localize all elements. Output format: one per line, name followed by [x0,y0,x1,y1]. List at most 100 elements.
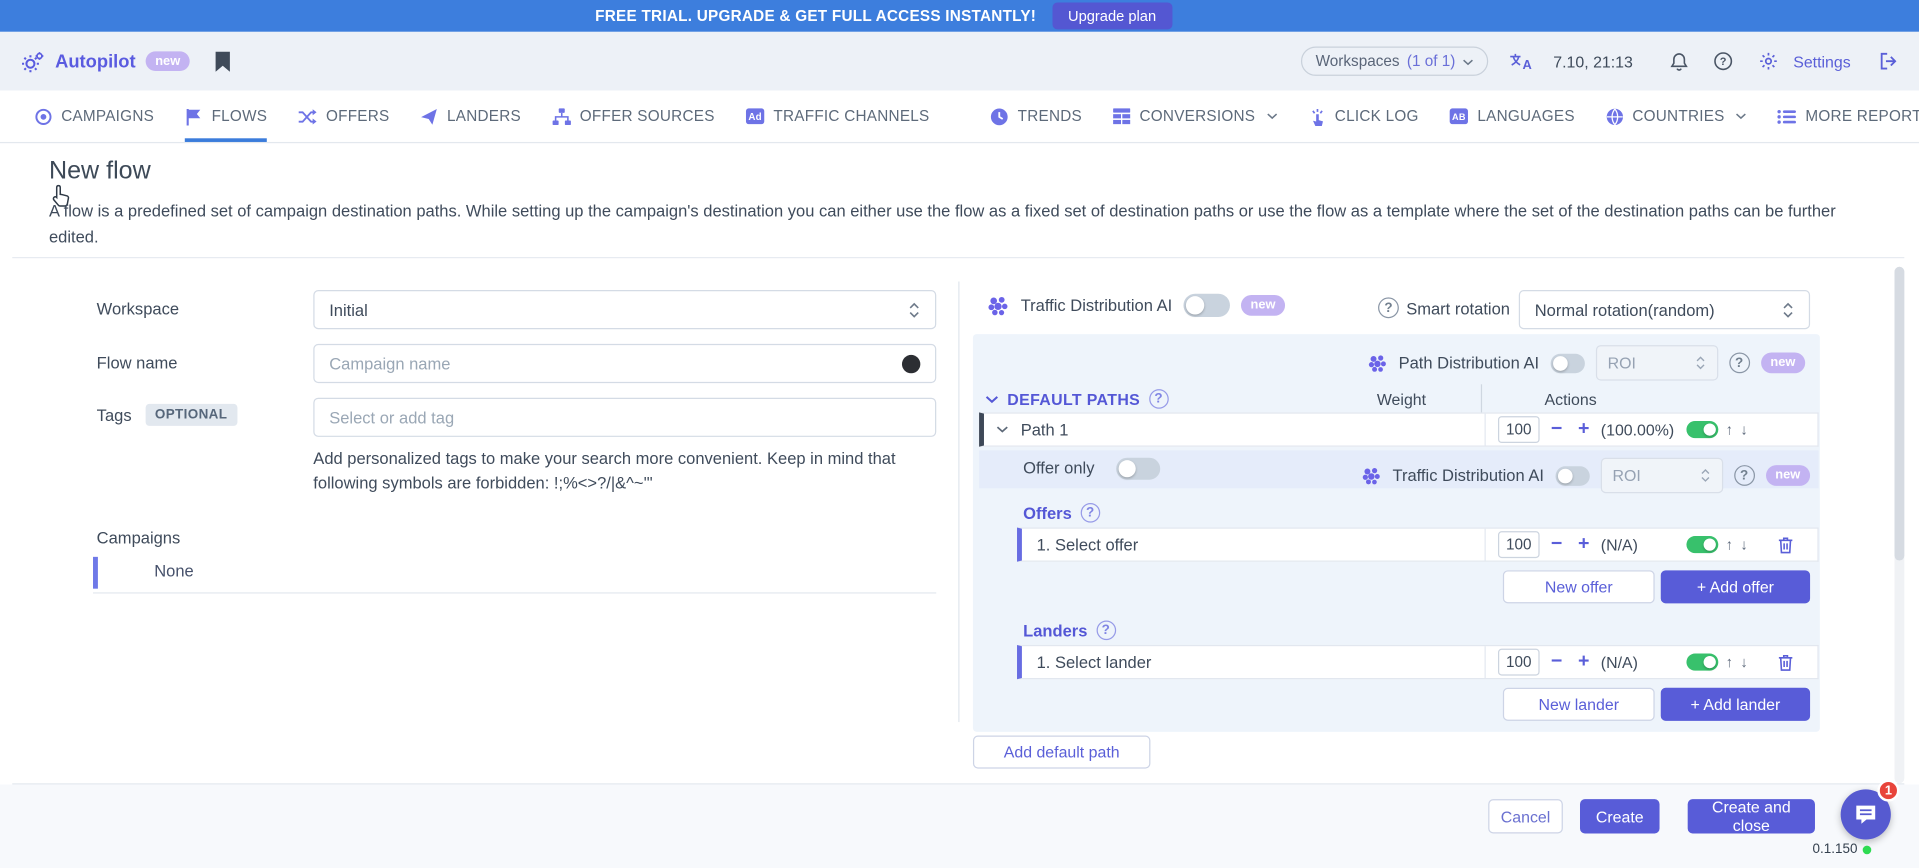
plus-icon[interactable]: + [1574,652,1594,672]
tags-input[interactable] [329,399,920,436]
traffic-ai-toggle[interactable] [1183,294,1230,317]
workspace-label: Workspace [97,300,179,318]
tab-countries[interactable]: COUNTRIES [1605,91,1746,142]
path-name: Path 1 [1021,420,1069,438]
smart-rotation-select[interactable]: Normal rotation(random) [1519,290,1810,329]
flows-icon [185,107,203,125]
click-log-icon [1308,107,1326,125]
tab-label: COUNTRIES [1632,108,1724,125]
lander-enabled-toggle[interactable] [1686,654,1718,671]
move-up-icon[interactable]: ↑ [1726,421,1733,438]
lander-row[interactable]: 1. Select lander − + (N/A) ↑ ↓ [1017,645,1819,679]
flow-color-dot[interactable] [902,354,920,372]
traffic-ai-help-icon[interactable]: ? [1734,465,1755,486]
tab-label: LANDERS [447,108,521,125]
tab-more-reports[interactable]: MORE REPORTS [1777,91,1919,142]
workspaces-dropdown[interactable]: Workspaces (1 of 1) [1301,47,1488,76]
new-offer-button[interactable]: New offer [1503,570,1655,603]
move-down-icon[interactable]: ↓ [1740,421,1747,438]
scrollbar-thumb[interactable] [1895,267,1905,561]
move-up-icon[interactable]: ↑ [1726,536,1733,553]
workspace-select[interactable]: Initial [313,290,936,329]
tab-traffic-channels[interactable]: AdTRAFFIC CHANNELS [745,91,929,142]
weight-input[interactable] [1498,531,1540,558]
chevron-down-icon [1463,53,1474,70]
move-down-icon[interactable]: ↓ [1740,536,1747,553]
conversions-icon [1113,108,1131,125]
brain-ai-icon [1367,353,1388,373]
path-enabled-toggle[interactable] [1686,421,1718,438]
tags-label-row: Tags OPTIONAL [97,404,237,426]
help-icon[interactable]: ? [1714,51,1734,71]
gear-icon[interactable] [1759,51,1779,71]
create-button[interactable]: Create [1580,799,1660,833]
tab-conversions[interactable]: CONVERSIONS [1113,91,1278,142]
roi-select-value: ROI [1613,466,1641,484]
plus-icon[interactable]: + [1574,420,1594,440]
trash-icon[interactable] [1777,535,1794,553]
minus-icon[interactable]: − [1547,652,1567,672]
minus-icon[interactable]: − [1547,420,1567,440]
chevron-down-icon[interactable] [996,426,1008,433]
path-row[interactable]: Path 1 − + (100.00%) ↑ ↓ [979,412,1819,446]
flow-name-input[interactable] [329,345,902,382]
page-description: A flow is a predefined set of campaign d… [49,199,1865,250]
smart-rotation-value: Normal rotation(random) [1535,300,1715,318]
move-down-icon[interactable]: ↓ [1740,654,1747,671]
cancel-button[interactable]: Cancel [1488,799,1563,833]
minus-icon[interactable]: − [1547,535,1567,555]
default-paths-help-icon[interactable]: ? [1149,389,1169,409]
select-chevrons-icon [1782,300,1794,318]
trash-icon[interactable] [1777,653,1794,671]
tab-label: FLOWS [212,108,268,125]
tab-landers[interactable]: LANDERS [420,91,521,142]
add-default-path-button[interactable]: Add default path [973,736,1150,769]
offers-help-icon[interactable]: ? [1080,503,1100,523]
roi-select[interactable]: ROI [1600,458,1722,493]
offer-enabled-toggle[interactable] [1686,536,1718,553]
landers-help-icon[interactable]: ? [1096,620,1116,640]
version-text: 0.1.150 [1813,842,1871,857]
move-up-icon[interactable]: ↑ [1726,654,1733,671]
settings-link[interactable]: Settings [1793,52,1851,70]
weight-input[interactable] [1498,416,1540,443]
roi-select[interactable]: ROI [1595,345,1717,380]
bookmark-icon[interactable] [214,51,231,72]
tab-campaigns[interactable]: CAMPAIGNS [34,91,154,142]
tab-offer-sources[interactable]: OFFER SOURCES [552,91,715,142]
add-offer-button[interactable]: + Add offer [1661,570,1810,603]
tags-label: Tags [97,406,132,424]
offer-row[interactable]: 1. Select offer − + (N/A) ↑ ↓ [1017,527,1819,561]
page-title: New flow [49,157,151,186]
path-ai-help-icon[interactable]: ? [1729,352,1750,373]
brand-title[interactable]: Autopilot [55,51,136,72]
weight-input[interactable] [1498,649,1540,676]
offer-only-toggle[interactable] [1116,458,1160,480]
traffic-ai-toggle[interactable] [1555,466,1589,486]
actions-column-header: Actions [1544,390,1596,408]
upgrade-plan-button[interactable]: Upgrade plan [1052,2,1172,29]
bell-icon[interactable] [1670,51,1690,72]
tab-languages[interactable]: ABLANGUAGES [1449,91,1575,142]
add-lander-button[interactable]: + Add lander [1661,688,1810,721]
smart-rotation-help-icon[interactable]: ? [1378,297,1399,318]
tab-label: OFFER SOURCES [580,108,715,125]
plus-icon[interactable]: + [1574,535,1594,555]
tab-click-log[interactable]: CLICK LOG [1308,91,1419,142]
create-and-close-button[interactable]: Create and close [1688,799,1815,833]
translate-icon[interactable]: A [1509,52,1532,70]
path-ai-toggle[interactable] [1550,353,1584,373]
tab-label: CAMPAIGNS [61,108,154,125]
default-paths-header[interactable]: DEFAULT PATHS ? [985,388,1168,410]
tab-trends[interactable]: TRENDS [991,91,1082,142]
brand-cluster: Autopilot new [22,32,232,91]
brain-ai-icon [1361,466,1382,486]
tab-offers[interactable]: OFFERS [298,91,390,142]
traffic-ai-row: Traffic Distribution AI new [986,294,1285,317]
offer-only-label: Offer only [1023,459,1094,477]
new-lander-button[interactable]: New lander [1503,688,1655,721]
traffic-ai-label: Traffic Distribution AI [1392,466,1544,484]
campaigns-accent-bar [93,557,97,589]
logout-icon[interactable] [1879,51,1900,71]
tab-flows[interactable]: FLOWS [185,91,268,142]
